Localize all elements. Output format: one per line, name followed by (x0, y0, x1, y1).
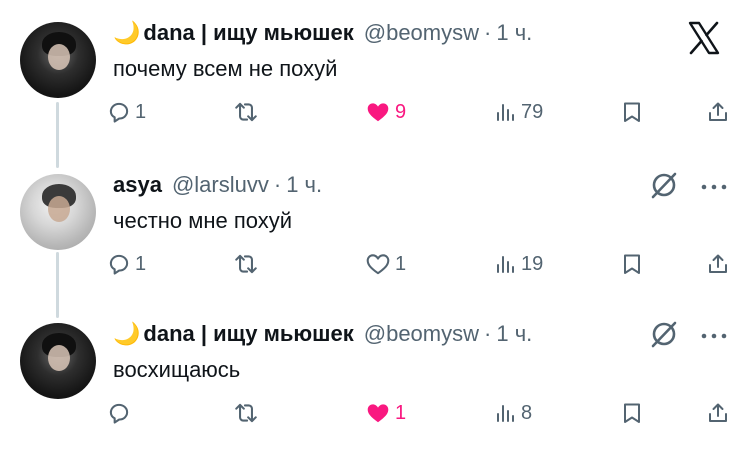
moon-emoji: 🌙 (113, 20, 141, 45)
views-icon (497, 104, 514, 121)
like-icon (367, 404, 389, 423)
like-count: 9 (395, 100, 407, 123)
more-icon[interactable] (700, 327, 728, 345)
bookmark-icon (624, 254, 640, 274)
share-button[interactable] (706, 246, 730, 282)
translate-icon[interactable] (649, 319, 679, 354)
share-button[interactable] (706, 94, 730, 130)
tweet-text: почему всем не похуй (113, 56, 338, 81)
views-button[interactable]: 8 (494, 395, 532, 431)
author-handle[interactable]: @larsluvv (172, 172, 269, 198)
views-button[interactable]: 79 (494, 94, 543, 130)
tweet-header: 🌙 dana | ищу мьюшек @beomysw · 1 ч. (113, 319, 532, 349)
retweet-icon (235, 403, 257, 423)
like-count: 1 (395, 401, 407, 424)
like-count: 1 (395, 252, 407, 275)
bookmark-button[interactable] (620, 246, 644, 282)
like-button[interactable]: 9 (364, 94, 406, 130)
reply-button[interactable]: 1 (106, 246, 146, 282)
like-icon (366, 254, 390, 275)
separator-dot: · (484, 321, 492, 346)
timestamp[interactable]: 1 ч. (286, 172, 322, 198)
retweet-icon (235, 102, 257, 122)
action-bar: 1 9 79 (106, 94, 746, 130)
more-icon[interactable] (700, 178, 728, 196)
views-icon (497, 256, 514, 273)
tweet[interactable]: 🌙 dana | ищу мьюшек @beomysw · 1 ч. поче… (0, 0, 750, 140)
share-icon (709, 102, 727, 121)
retweet-button[interactable] (232, 395, 263, 431)
author-handle[interactable]: @beomysw (364, 20, 479, 46)
action-bar: 1 8 (106, 395, 746, 431)
moon-emoji: 🌙 (113, 321, 141, 346)
views-button[interactable]: 19 (494, 246, 543, 282)
timestamp[interactable]: 1 ч. (496, 20, 532, 46)
author-handle[interactable]: @beomysw (364, 321, 479, 347)
views-count: 19 (521, 252, 544, 275)
action-bar: 1 1 19 (106, 246, 746, 282)
reply-icon (109, 403, 129, 424)
share-icon (709, 403, 727, 422)
like-button[interactable]: 1 (364, 246, 406, 282)
reply-icon (109, 102, 129, 123)
bookmark-icon (624, 403, 640, 423)
avatar[interactable] (20, 174, 96, 250)
retweet-icon (235, 254, 257, 274)
reply-count: 1 (135, 100, 147, 123)
retweet-button[interactable] (232, 94, 263, 130)
share-icon (709, 254, 727, 273)
author-name[interactable]: asya (113, 172, 162, 198)
reply-icon (109, 254, 129, 275)
tweet[interactable]: asya @larsluvv · 1 ч. честно мне похуй 1… (0, 152, 750, 292)
like-button[interactable]: 1 (364, 395, 406, 431)
reply-count: 1 (135, 252, 147, 275)
author-name[interactable]: dana | ищу мьюшек (143, 20, 353, 46)
bookmark-button[interactable] (620, 94, 644, 130)
avatar[interactable] (20, 22, 96, 98)
views-count: 8 (521, 401, 533, 424)
like-icon (367, 103, 389, 122)
translate-icon[interactable] (649, 170, 679, 205)
separator-dot: · (484, 20, 492, 45)
bookmark-button[interactable] (620, 395, 644, 431)
tweet-text: честно мне похуй (113, 208, 293, 233)
reply-button[interactable] (106, 395, 135, 431)
share-button[interactable] (706, 395, 730, 431)
bookmark-icon (624, 102, 640, 122)
tweet[interactable]: 🌙 dana | ищу мьюшек @beomysw · 1 ч. восх… (0, 301, 750, 441)
avatar[interactable] (20, 323, 96, 399)
tweet-header: 🌙 dana | ищу мьюшек @beomysw · 1 ч. (113, 18, 532, 48)
timestamp[interactable]: 1 ч. (496, 321, 532, 347)
views-count: 79 (521, 100, 544, 123)
reply-button[interactable]: 1 (106, 94, 146, 130)
author-name[interactable]: dana | ищу мьюшек (143, 321, 353, 347)
tweet-header: asya @larsluvv · 1 ч. (113, 170, 322, 200)
tweet-text: восхищаюсь (113, 357, 241, 382)
retweet-button[interactable] (232, 246, 263, 282)
views-icon (497, 405, 514, 422)
separator-dot: · (273, 172, 282, 197)
